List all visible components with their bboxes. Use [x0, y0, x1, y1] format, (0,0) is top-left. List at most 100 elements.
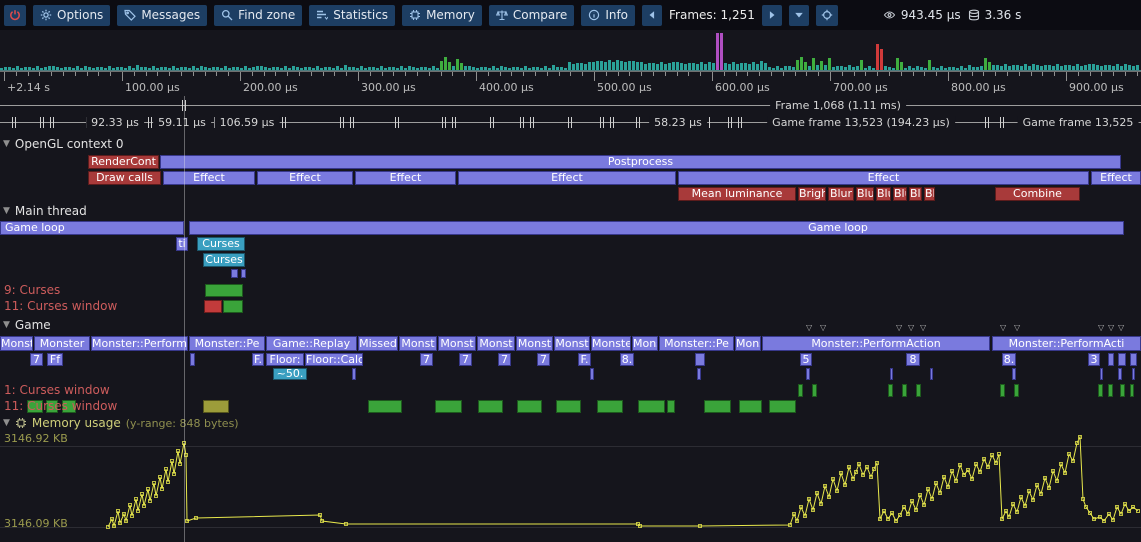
frame-bar[interactable]: [524, 66, 527, 70]
frame-bar[interactable]: [668, 63, 671, 70]
frame-bar[interactable]: [888, 67, 891, 70]
zone-monst[interactable]: Monst: [516, 336, 553, 351]
zone-effect[interactable]: Effect: [163, 171, 255, 185]
frame-bar[interactable]: [1016, 65, 1019, 70]
frame-bar[interactable]: [280, 68, 283, 70]
options-button[interactable]: Options: [33, 5, 110, 26]
frame-bar[interactable]: [676, 62, 679, 70]
frame-bar[interactable]: [1060, 66, 1063, 70]
frame-bar[interactable]: [80, 68, 83, 70]
zone-blur[interactable]: Blur: [856, 187, 874, 201]
frame-bar[interactable]: [496, 68, 499, 70]
frame-bar[interactable]: [76, 66, 79, 70]
frame-bar[interactable]: [772, 68, 775, 70]
frame-bar[interactable]: [816, 65, 819, 70]
frame-bar[interactable]: [764, 63, 767, 70]
frame-bar[interactable]: [1024, 64, 1027, 70]
frame-bar[interactable]: [392, 67, 395, 70]
frame-bar[interactable]: [892, 68, 895, 70]
zone-monster[interactable]: Monster: [34, 336, 90, 351]
zone-monster-pe[interactable]: Monster::Pe: [189, 336, 265, 351]
frame-bar[interactable]: [908, 66, 911, 70]
frame-bar[interactable]: [616, 60, 619, 70]
zone-block[interactable]: [352, 368, 356, 380]
zone-monst[interactable]: Monst: [477, 336, 515, 351]
frame-bar[interactable]: [1120, 66, 1123, 70]
frame-bar[interactable]: [1100, 66, 1103, 70]
frame-bar[interactable]: [628, 61, 631, 70]
frame-bar[interactable]: [636, 62, 639, 70]
zone-block[interactable]: [697, 368, 701, 380]
frame-bar[interactable]: [688, 63, 691, 70]
frame-bar[interactable]: [256, 66, 259, 70]
frame-bar[interactable]: [860, 60, 863, 70]
zone-ti[interactable]: ti: [176, 237, 188, 251]
zone-5[interactable]: 5: [800, 353, 812, 366]
frame-bar[interactable]: [252, 67, 255, 70]
zone-7[interactable]: 7: [498, 353, 511, 366]
zone-block[interactable]: [667, 400, 675, 413]
frame-bar[interactable]: [960, 66, 963, 70]
frame-bar[interactable]: [52, 66, 55, 70]
frame-bar[interactable]: [284, 66, 287, 70]
zone-block[interactable]: [556, 400, 581, 413]
zone-block[interactable]: [1132, 368, 1135, 380]
frame-bar[interactable]: [568, 62, 571, 70]
frame-bar[interactable]: [508, 68, 511, 70]
frame-bar[interactable]: [776, 66, 779, 70]
zone-monst[interactable]: Monst: [554, 336, 590, 351]
frame-bar-main[interactable]: Frame 1,068 (1.11 ms): [0, 98, 1141, 113]
frame-bar[interactable]: [0, 68, 3, 70]
find-zone-button[interactable]: Find zone: [214, 5, 302, 26]
frame-bar[interactable]: [608, 60, 611, 70]
zone-block[interactable]: [704, 400, 731, 413]
frame-bar[interactable]: [976, 67, 979, 70]
frame-bar[interactable]: [1112, 66, 1115, 70]
frame-bar[interactable]: [656, 64, 659, 70]
frame-bar[interactable]: [964, 68, 967, 70]
frame-bar[interactable]: [900, 62, 903, 70]
zone-block[interactable]: [478, 400, 503, 413]
frame-bar[interactable]: [664, 64, 667, 70]
frame-bar[interactable]: [460, 63, 463, 70]
frame-bar[interactable]: [752, 62, 755, 70]
zone-postprocess[interactable]: Postprocess: [160, 155, 1121, 169]
zone-block[interactable]: [203, 400, 229, 413]
memory-graph[interactable]: [0, 430, 1141, 542]
frame-bar[interactable]: [996, 65, 999, 70]
frame-bar[interactable]: [756, 64, 759, 70]
zone-mons[interactable]: Mons: [632, 336, 658, 351]
frame-bar[interactable]: [940, 66, 943, 70]
frame-bar[interactable]: [556, 67, 559, 70]
zone-effect[interactable]: Effect: [1091, 171, 1141, 185]
frame-bar[interactable]: [780, 68, 783, 70]
frame-bar[interactable]: [296, 67, 299, 70]
frame-bar[interactable]: [904, 68, 907, 70]
zone-block[interactable]: [1130, 353, 1137, 366]
frame-bar[interactable]: [212, 67, 215, 70]
frame-bar[interactable]: [108, 66, 111, 70]
frame-bar[interactable]: [16, 66, 19, 70]
frame-bar[interactable]: [88, 67, 91, 70]
frame-bar[interactable]: [1052, 66, 1055, 70]
frame-bar[interactable]: [552, 65, 555, 70]
frame-bar[interactable]: [360, 66, 363, 70]
frame-bar[interactable]: [836, 66, 839, 70]
zone-block[interactable]: [1108, 353, 1114, 366]
frame-bar[interactable]: [704, 64, 707, 70]
frame-bar[interactable]: [576, 63, 579, 70]
frame-bar[interactable]: [516, 67, 519, 70]
frame-bar[interactable]: [912, 68, 915, 70]
frame-bar[interactable]: [380, 66, 383, 70]
track-label[interactable]: 11: Curses window: [4, 300, 117, 313]
frame-bar[interactable]: [784, 66, 787, 70]
frame-bar[interactable]: [612, 62, 615, 70]
frame-bar[interactable]: [48, 66, 51, 70]
goto-frame-button[interactable]: [816, 5, 838, 26]
frame-bar[interactable]: [600, 61, 603, 70]
collapsed-zone-marker[interactable]: ▽: [1098, 324, 1104, 332]
collapse-icon[interactable]: ▼: [3, 418, 10, 428]
zone-block[interactable]: [638, 400, 665, 413]
frame-bar[interactable]: [956, 68, 959, 70]
frame-bar[interactable]: [796, 60, 799, 70]
